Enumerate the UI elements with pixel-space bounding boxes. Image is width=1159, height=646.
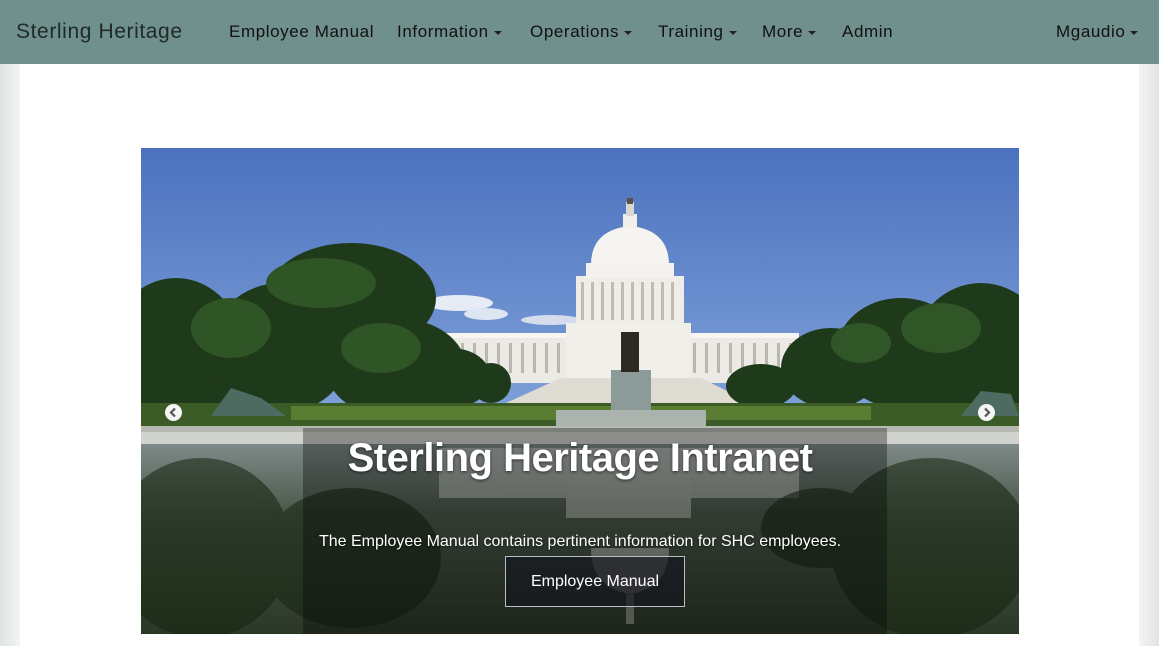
nav-operations-label: Operations — [530, 22, 620, 41]
nav-training-dropdown[interactable]: Training — [658, 22, 737, 42]
user-menu-label: Mgaudio — [1056, 22, 1126, 41]
brand-logo-text[interactable]: Sterling Heritage — [16, 20, 183, 44]
chevron-right-circle-icon — [984, 407, 991, 418]
caret-down-icon — [1130, 30, 1139, 35]
page-gutter-left — [0, 64, 20, 646]
nav-training-label: Training — [658, 22, 724, 41]
hero-carousel: Sterling Heritage Intranet The Employee … — [141, 148, 1019, 634]
page-gutter-right — [1139, 64, 1159, 646]
carousel-title: Sterling Heritage Intranet — [347, 436, 813, 480]
caret-down-icon — [728, 30, 737, 35]
nav-admin-label: Admin — [842, 22, 894, 41]
nav-information-label: Information — [397, 22, 489, 41]
nav-more-dropdown[interactable]: More — [762, 22, 817, 42]
carousel-prev-button[interactable] — [165, 404, 182, 421]
nav-employee-manual-label: Employee Manual — [229, 22, 375, 41]
nav-employee-manual[interactable]: Employee Manual — [229, 22, 374, 42]
nav-information-dropdown[interactable]: Information — [397, 22, 502, 42]
nav-more-label: More — [762, 22, 804, 41]
caret-down-icon — [624, 30, 633, 35]
user-menu-dropdown[interactable]: Mgaudio — [1056, 22, 1139, 42]
top-navbar: Sterling Heritage Employee Manual Inform… — [0, 0, 1159, 64]
nav-admin[interactable]: Admin — [842, 22, 893, 42]
chevron-left-circle-icon — [169, 407, 176, 418]
caret-down-icon — [808, 30, 817, 35]
carousel-caption: The Employee Manual contains pertinent i… — [318, 533, 842, 550]
caret-down-icon — [493, 30, 502, 35]
nav-operations-dropdown[interactable]: Operations — [530, 22, 633, 42]
carousel-next-button[interactable] — [978, 404, 995, 421]
employee-manual-button[interactable]: Employee Manual — [505, 556, 685, 607]
